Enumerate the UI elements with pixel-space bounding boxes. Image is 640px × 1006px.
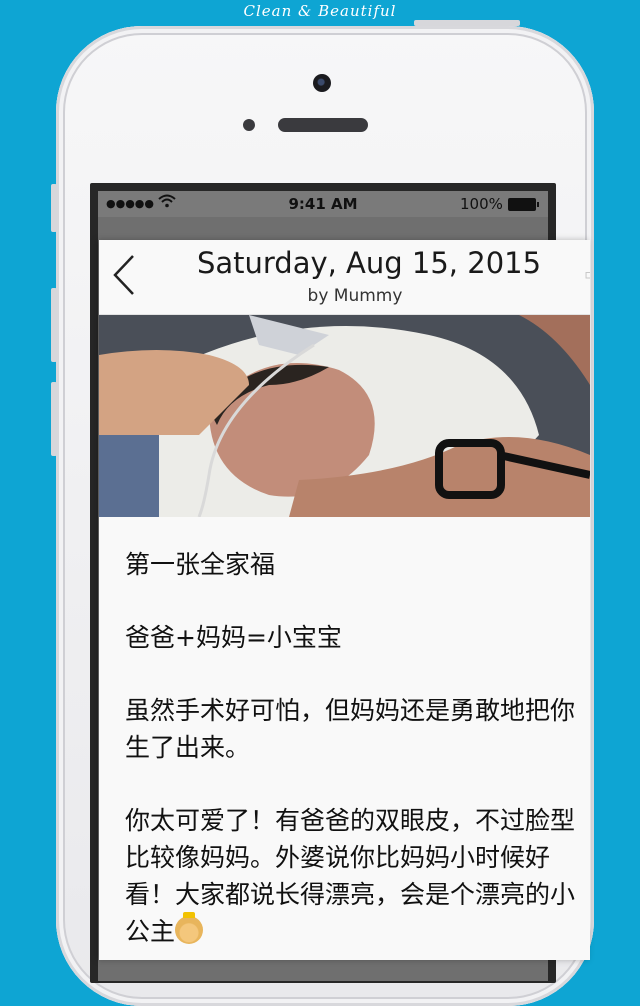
journal-entry-card: Saturday, Aug 15, 2015 by Mummy ▭ 第一张全家福… (99, 240, 590, 960)
mute-switch (51, 184, 57, 232)
paragraph-line: 第一张全家福 (125, 550, 276, 579)
paragraph-line: 爸爸+妈妈=小宝宝 (125, 623, 342, 652)
power-button (414, 20, 520, 26)
entry-author: by Mummy (307, 286, 403, 306)
paragraph-3: 虽然手术好可怕，但妈妈还是勇敢地把你 生了出来。 (125, 692, 590, 766)
volume-down-button (51, 382, 57, 456)
proximity-sensor (243, 119, 255, 131)
status-bar: ●●●●● 9:41 AM 100% (98, 191, 548, 217)
front-camera (313, 74, 331, 92)
edit-icon[interactable]: ▭ (584, 264, 590, 285)
tagline: Clean & Beautiful (243, 2, 397, 20)
paragraph-4: 你太可爱了！有爸爸的双眼皮，不过脸型 比较像妈妈。外婆说你比妈妈小时候好 看！大… (125, 802, 590, 950)
battery-icon (508, 198, 539, 211)
paragraph-line: 看！大家都说长得漂亮，会是个漂亮的小 (125, 880, 576, 909)
paragraph-line: 公主 (125, 917, 176, 946)
paragraph-line: 比较像妈妈。外婆说你比妈妈小时候好 (125, 843, 551, 872)
battery-percent: 100% (460, 195, 503, 213)
paragraph-line: 生了出来。 (125, 733, 251, 762)
entry-date-title: Saturday, Aug 15, 2015 (196, 246, 542, 280)
newborn-photo (99, 315, 590, 517)
entry-photo[interactable] (99, 315, 590, 517)
paragraph-2: 爸爸+妈妈=小宝宝 (125, 619, 590, 656)
paragraph-line-with-emoji: 公主 (125, 912, 590, 950)
princess-emoji-icon (175, 912, 204, 944)
entry-body: 第一张全家福 爸爸+妈妈=小宝宝 虽然手术好可怕，但妈妈还是勇敢地把你 生了出来… (125, 546, 590, 960)
paragraph-1: 第一张全家福 (125, 546, 590, 583)
earpiece-speaker (278, 118, 368, 132)
volume-up-button (51, 288, 57, 362)
paragraph-line: 虽然手术好可怕，但妈妈还是勇敢地把你 (125, 696, 576, 725)
entry-header: Saturday, Aug 15, 2015 by Mummy ▭ (99, 240, 590, 315)
paragraph-line: 你太可爱了！有爸爸的双眼皮，不过脸型 (125, 806, 576, 835)
